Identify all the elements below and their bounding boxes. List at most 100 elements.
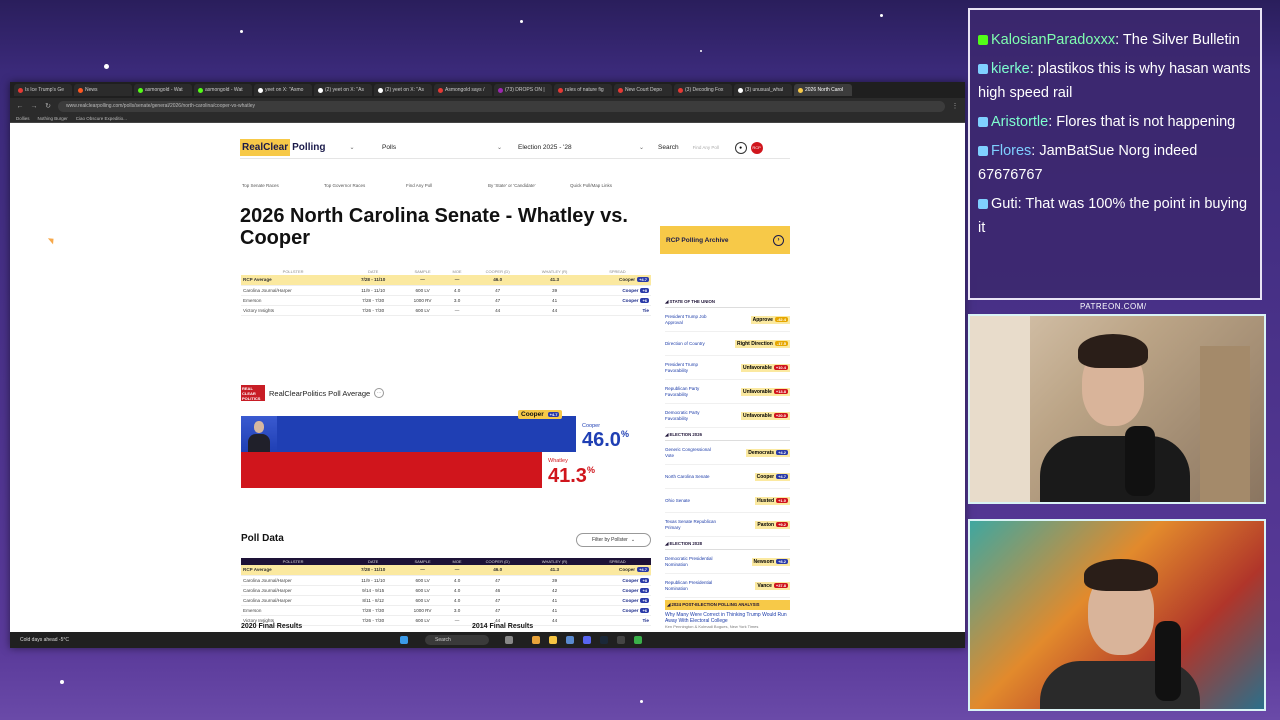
- election-dropdown[interactable]: Election 2025 - '28 ⌄: [518, 144, 644, 151]
- site-logo[interactable]: RealClear Polling ⌄: [240, 138, 370, 158]
- browser-tab[interactable]: (2) yeet on X: "As: [374, 84, 432, 96]
- steam-icon[interactable]: [600, 636, 608, 644]
- subnav-item[interactable]: Top Governor Races: [324, 183, 406, 188]
- browser-tab[interactable]: (3) unusual_whal: [734, 84, 792, 96]
- subnav-item[interactable]: Top Senate Races: [242, 183, 324, 188]
- app-icon[interactable]: [634, 636, 642, 644]
- browser-tab[interactable]: News: [74, 84, 132, 96]
- pollster-cell[interactable]: RCP Average: [241, 275, 346, 286]
- search-input[interactable]: Find Any Poll: [693, 145, 733, 150]
- whatley-percent: 41.3%: [548, 465, 595, 488]
- webcam-top: [968, 314, 1266, 504]
- tab-favicon-icon: [198, 87, 203, 93]
- url-field[interactable]: www.realclearpolling.com/polls/senate/ge…: [58, 100, 945, 112]
- app-icon[interactable]: [566, 636, 574, 644]
- extensions-icon[interactable]: ⋮: [951, 102, 959, 110]
- sidebar-value-badge: +20.0: [773, 413, 788, 418]
- back-icon[interactable]: ←: [16, 103, 24, 110]
- discord-icon[interactable]: [583, 636, 591, 644]
- sidebar-value-badge: +1.0: [776, 498, 788, 503]
- chrome-icon[interactable]: [532, 636, 540, 644]
- windows-start-icon[interactable]: [400, 636, 408, 644]
- sidebar-row-value: Right Direction -17.5: [735, 339, 790, 348]
- sidebar-row-label[interactable]: Republican Party Favorability: [665, 386, 720, 398]
- browser-tab[interactable]: (73) DROPS ON |: [494, 84, 552, 96]
- sidebar-row-label[interactable]: President Trump Favorability: [665, 362, 720, 374]
- reload-icon[interactable]: ↻: [44, 102, 52, 110]
- sidebar-row[interactable]: Direction of Country Right Direction -17.5: [665, 332, 790, 356]
- browser-tab[interactable]: asmongold - Wat: [134, 84, 192, 96]
- sidebar-row[interactable]: Democratic Presidential Nomination Newsom…: [665, 550, 790, 574]
- browser-window: Is Ice Trump's Ge News asmongold - Wat asmo…: [10, 82, 965, 648]
- taskbar-search[interactable]: Search: [425, 635, 489, 645]
- polls-dropdown[interactable]: Polls ⌄: [382, 144, 502, 151]
- tab-title: asmongold - Wat: [145, 87, 183, 93]
- sidebar-row-label[interactable]: Ohio Senate: [665, 498, 720, 504]
- more-icon[interactable]: ⋯: [374, 388, 385, 398]
- browser-tab[interactable]: Asmongold says /: [434, 84, 492, 96]
- bookmark-item[interactable]: Dollies: [16, 116, 30, 121]
- pollster-cell[interactable]: Carolina Journal/Harper: [241, 585, 346, 596]
- tab-title: New Court Depo: [625, 87, 662, 93]
- pollster-cell[interactable]: Carolina Journal/Harper: [241, 575, 346, 586]
- user-icon[interactable]: ●: [734, 141, 747, 154]
- sidebar-row-label[interactable]: North Carolina Senate: [665, 474, 720, 480]
- weather-widget[interactable]: Cold days ahead -5°C: [20, 637, 69, 643]
- rcp-polling-archive-button[interactable]: RCP Polling Archive ›: [660, 226, 790, 254]
- logo-realclear: RealClear: [240, 139, 291, 156]
- sidebar-row-label[interactable]: Democratic Party Favorability: [665, 410, 720, 422]
- chat-username: Aristortle: [991, 114, 1049, 130]
- sidebar-row-value: Cooper +4.7: [754, 472, 790, 481]
- sidebar-row[interactable]: North Carolina Senate Cooper +4.7: [665, 465, 790, 489]
- subnav-item[interactable]: Find Any Poll: [406, 183, 488, 188]
- pollster-cell[interactable]: Emerson: [241, 605, 346, 616]
- forward-icon[interactable]: →: [30, 103, 38, 110]
- chat-username: kierke: [991, 61, 1030, 77]
- browser-tab[interactable]: New Court Depo: [614, 84, 672, 96]
- browser-tab[interactable]: Is Ice Trump's Ge: [14, 84, 72, 96]
- sidebar-row-label[interactable]: Direction of Country: [665, 341, 720, 347]
- table-row: RCP Average 7/28 - 11/10— —46.0 41.3 Cooper +…: [241, 275, 651, 286]
- browser-tab[interactable]: yeet on X: "Asmo: [254, 84, 312, 96]
- browser-tab[interactable]: rules of nature fig: [554, 84, 612, 96]
- sidebar-row[interactable]: Texas Senate Republican Primary Paxton +9.…: [665, 513, 790, 537]
- obs-icon[interactable]: [617, 636, 625, 644]
- table-header-cell: POLLSTER: [241, 558, 346, 565]
- pollster-cell[interactable]: Carolina Journal/Harper: [241, 595, 346, 606]
- sidebar-row[interactable]: Republican Presidential Nomination Vance +…: [665, 574, 790, 598]
- sidebar-article-link[interactable]: Why Many Were Correct in Thinking Trump …: [665, 610, 790, 624]
- bookmark-item[interactable]: Ciao Obscure Expeditio...: [76, 116, 127, 121]
- sidebar-row[interactable]: Ohio Senate Husted +1.0: [665, 489, 790, 513]
- sidebar-row-label[interactable]: Democratic Presidential Nomination: [665, 556, 720, 568]
- sidebar-row[interactable]: President Trump Favorability Unfavorable +…: [665, 356, 790, 380]
- sidebar-row[interactable]: Republican Party Favorability Unfavorable…: [665, 380, 790, 404]
- taskview-icon[interactable]: [505, 636, 513, 644]
- browser-tab[interactable]: asmongold - Wat: [194, 84, 252, 96]
- browser-tab[interactable]: 2026 North Carol: [794, 84, 852, 96]
- pollster-cell[interactable]: Carolina Journal/Harper: [241, 285, 346, 296]
- chat-username: KalosianParadoxxx: [991, 32, 1116, 48]
- browser-tab[interactable]: (3) Decoding Fox: [674, 84, 732, 96]
- pollster-cell[interactable]: Victory Insights: [241, 305, 346, 316]
- sidebar-row-label[interactable]: President Trump Job Approval: [665, 314, 720, 326]
- explorer-icon[interactable]: [549, 636, 557, 644]
- bookmark-item[interactable]: Nothing Burger: [38, 116, 68, 121]
- sidebar-banner: ◢ 2024 POST-ELECTION POLLING ANALYSIS: [665, 600, 790, 610]
- pollster-cell[interactable]: Emerson: [241, 295, 346, 306]
- filter-by-pollster-button[interactable]: Filter by Pollster ⌄: [576, 533, 651, 547]
- sidebar-row[interactable]: Generic Congressional Vote Democrats +4.2: [665, 441, 790, 465]
- sidebar-row-label[interactable]: Generic Congressional Vote: [665, 447, 720, 459]
- rcp-badge[interactable]: RCP: [750, 141, 763, 154]
- cooper-tag-label: Cooper: [521, 411, 544, 418]
- sidebar-row[interactable]: Democratic Party Favorability Unfavorable…: [665, 404, 790, 428]
- sidebar-row-label[interactable]: Republican Presidential Nomination: [665, 580, 720, 592]
- chat-badge-icon: [978, 146, 988, 157]
- browser-tab[interactable]: (2) yeet on X: "As: [314, 84, 372, 96]
- subnav-item[interactable]: By 'State' or 'Candidate': [488, 183, 570, 188]
- pollster-cell[interactable]: RCP Average: [241, 565, 346, 576]
- sidebar-row[interactable]: President Trump Job Approval Approve -42.4: [665, 308, 790, 332]
- subnav-item[interactable]: Quick Poll/Map Links: [570, 183, 652, 188]
- sidebar-row-label[interactable]: Texas Senate Republican Primary: [665, 519, 720, 531]
- star: [640, 700, 643, 703]
- search-label[interactable]: Search: [658, 144, 679, 151]
